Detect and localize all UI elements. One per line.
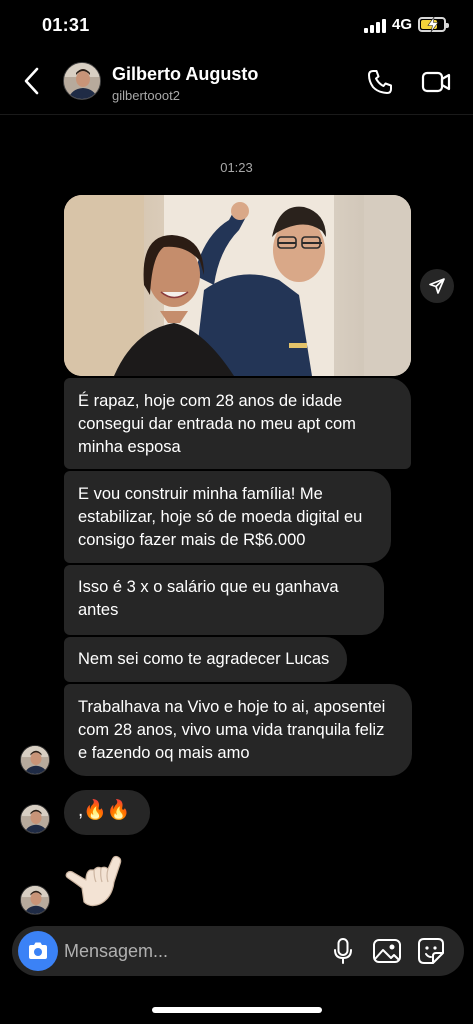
call-me-hand-emoji[interactable] [64,852,126,914]
video-icon [421,71,451,93]
contact-avatar[interactable] [63,62,101,100]
header-divider [0,114,473,115]
message-bubble[interactable]: Trabalhava na Vivo e hoje to ai, aposent… [64,684,412,776]
sender-avatar[interactable] [20,885,50,915]
network-type: 4G [392,16,413,33]
battery-charging-icon [418,17,449,32]
back-button[interactable] [20,66,46,96]
voice-call-button[interactable] [366,68,394,96]
message-bubble[interactable]: Nem sei como te agradecer Lucas [64,637,347,682]
message-composer [12,926,464,976]
gallery-button[interactable] [372,937,402,965]
contact-username[interactable]: gilbertooot2 [112,88,180,103]
contact-name[interactable]: Gilberto Augusto [112,64,258,85]
gallery-icon [373,939,401,963]
share-button[interactable] [420,269,454,303]
home-indicator [152,1007,322,1013]
message-timestamp: 01:23 [220,160,253,175]
microphone-button[interactable] [330,937,356,965]
message-input[interactable] [64,937,314,965]
sticker-button[interactable] [416,936,446,966]
status-bar: 01:31 4G [0,0,473,52]
video-call-button[interactable] [421,69,451,95]
message-bubble[interactable]: E vou construir minha família! Me estabi… [64,471,391,563]
signal-icon [364,19,386,33]
chat-header: Gilberto Augusto gilbertooot2 [0,52,473,114]
sticker-icon [418,938,444,964]
photo-message[interactable] [64,195,411,376]
camera-icon [29,942,47,959]
camera-button[interactable] [18,931,58,971]
fire-emoji-message[interactable]: ,🔥🔥 [64,790,150,835]
microphone-icon [334,938,352,964]
message-bubble[interactable]: É rapaz, hoje com 28 anos de idade conse… [64,378,411,469]
send-icon [429,278,445,294]
sender-avatar[interactable] [20,745,50,775]
status-time: 01:31 [42,15,90,35]
sender-avatar[interactable] [20,804,50,834]
back-icon [24,67,39,95]
message-bubble[interactable]: Isso é 3 x o salário que eu ganhava ante… [64,565,384,635]
phone-icon [368,70,392,94]
